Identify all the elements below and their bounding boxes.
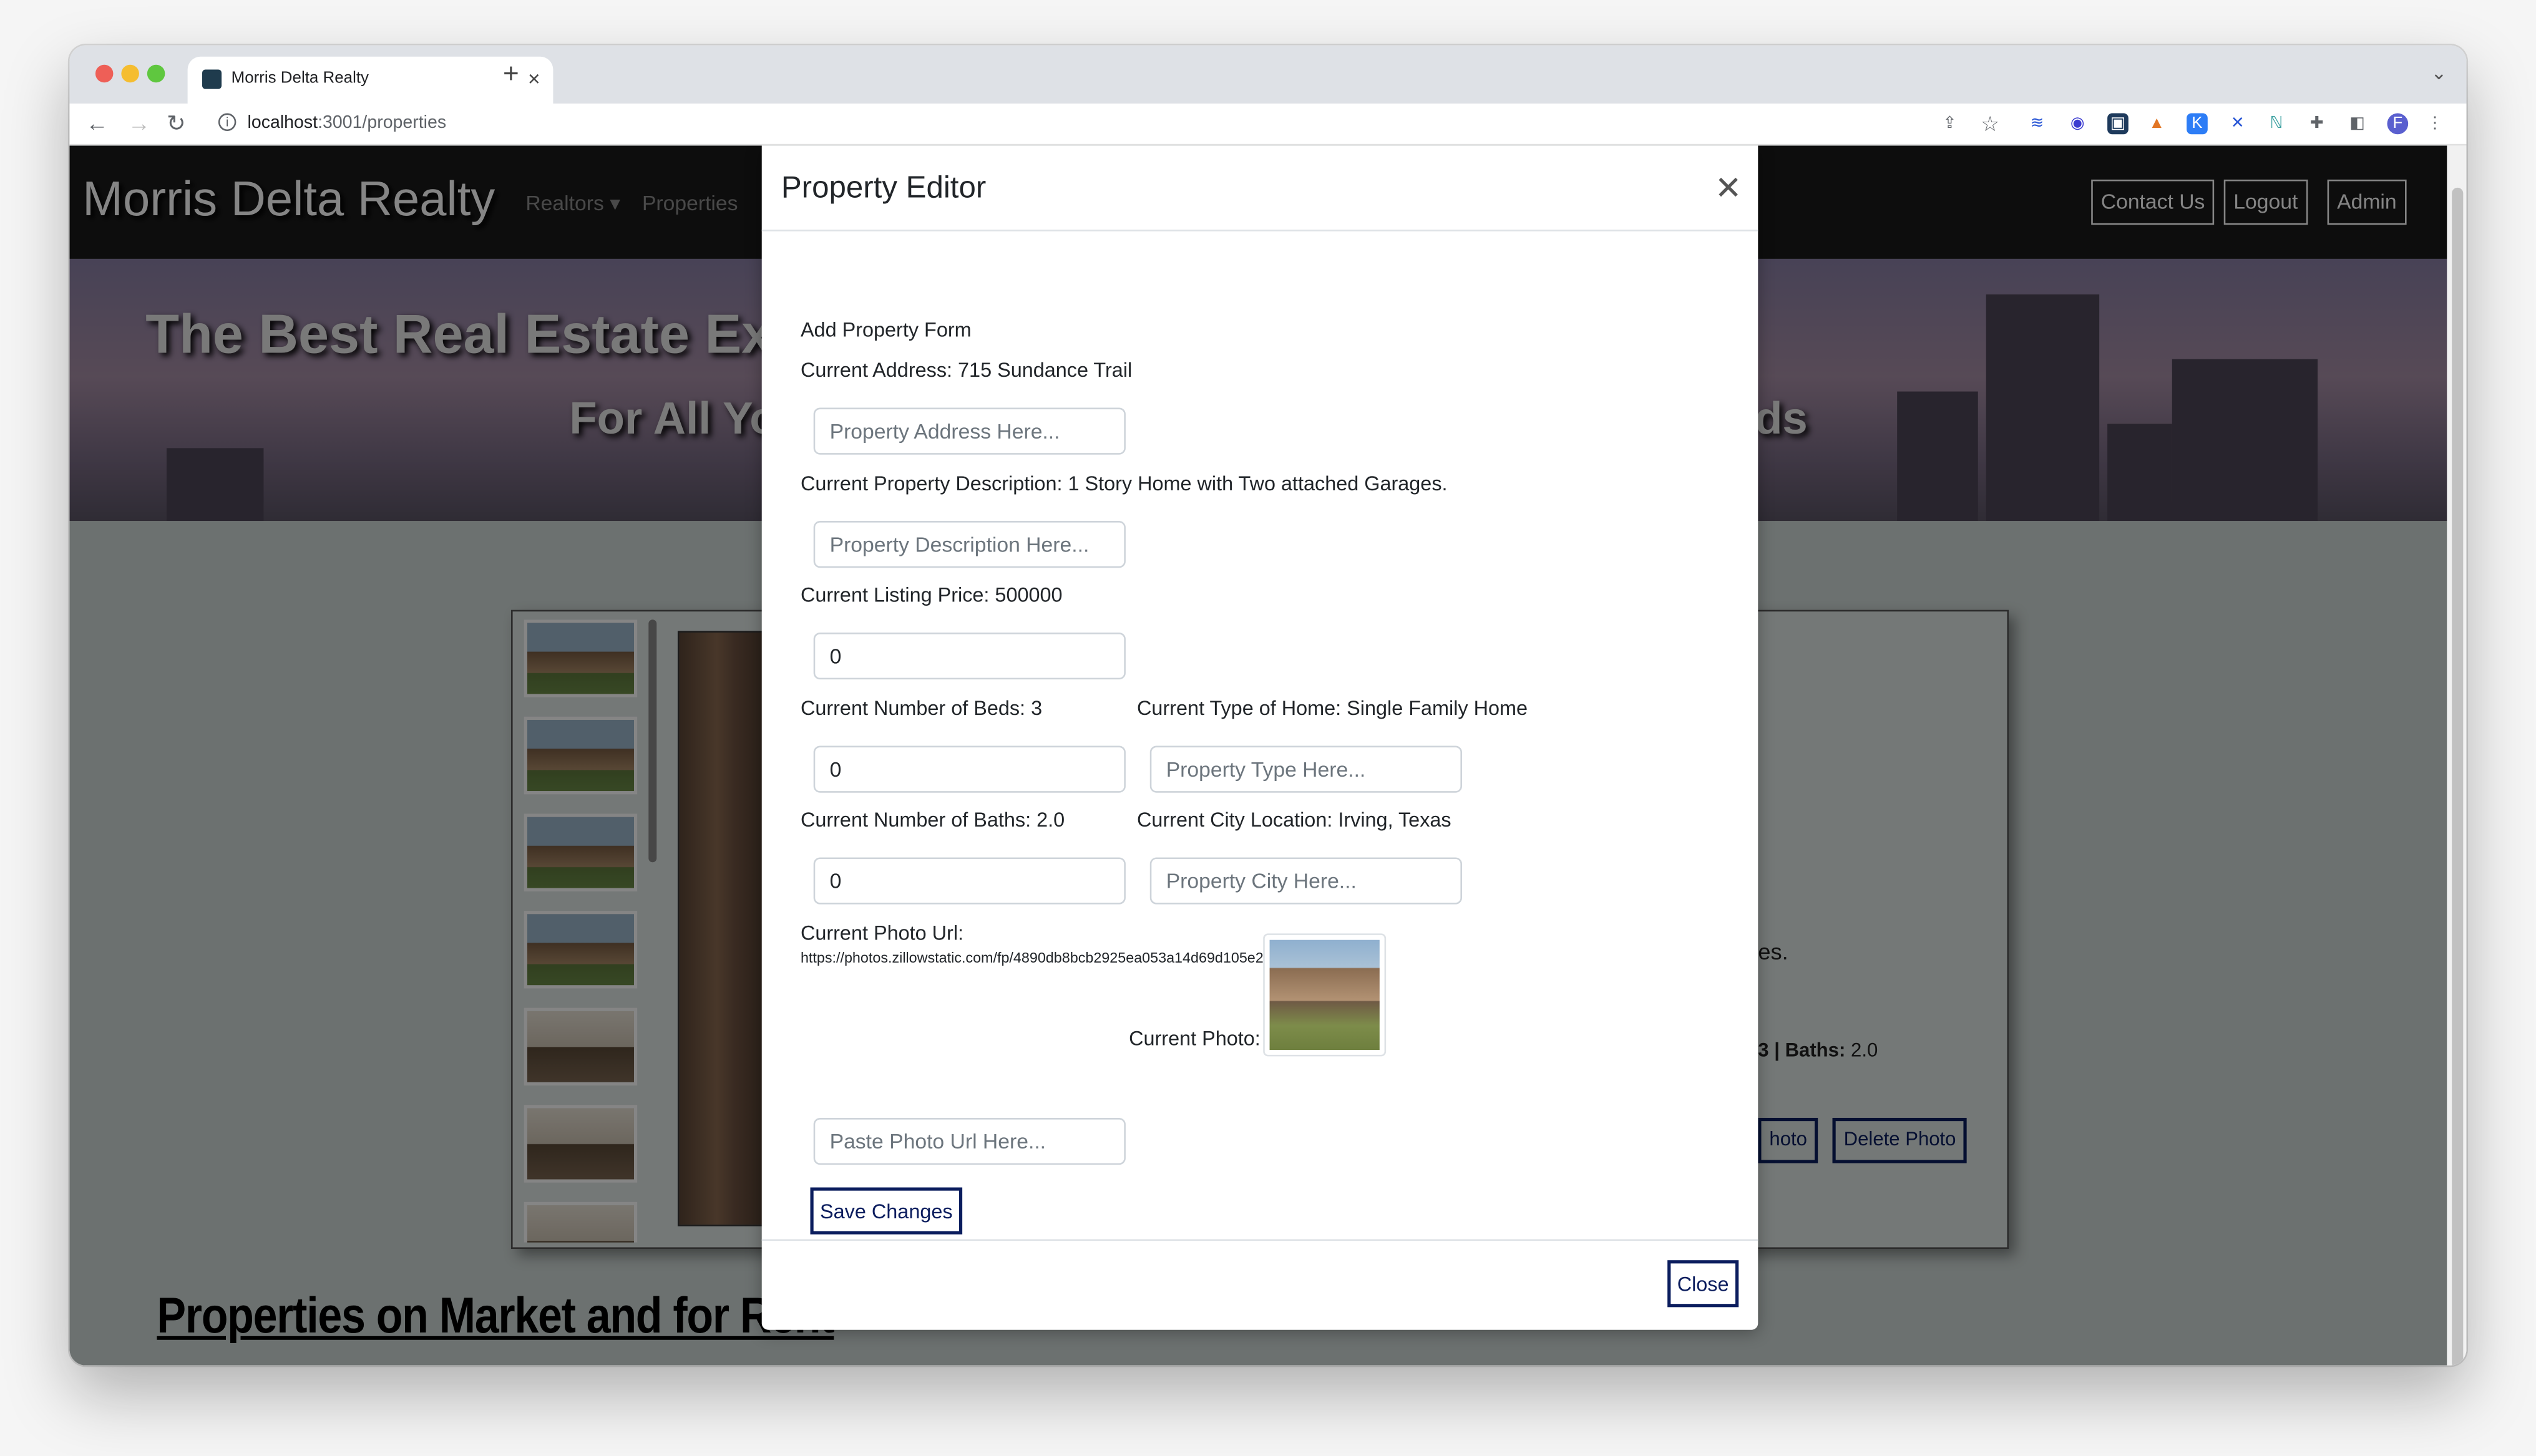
maximize-window-button[interactable] bbox=[147, 64, 165, 83]
share-icon[interactable]: ⇪ bbox=[1939, 114, 1961, 135]
extension-icon[interactable]: ✕ bbox=[2227, 114, 2248, 135]
tab-close-icon[interactable]: × bbox=[528, 66, 540, 90]
extension-icon[interactable]: ◉ bbox=[2067, 114, 2088, 135]
form-title: Add Property Form bbox=[800, 318, 972, 342]
extension-icon[interactable]: K bbox=[2187, 113, 2208, 135]
info-icon[interactable]: i bbox=[218, 113, 237, 132]
modal-header: Property Editor ✕ bbox=[761, 145, 1758, 231]
save-changes-button[interactable]: Save Changes bbox=[810, 1187, 963, 1235]
price-input[interactable] bbox=[813, 632, 1126, 680]
extension-icon[interactable]: ≋ bbox=[2027, 114, 2048, 135]
extension-icon[interactable]: ▣ bbox=[2107, 113, 2129, 135]
house-photo bbox=[1269, 939, 1380, 1051]
tab-title: Morris Delta Realty bbox=[231, 69, 369, 88]
menu-dots-icon[interactable]: ⋮ bbox=[2424, 114, 2446, 135]
page-scrollbar[interactable] bbox=[2447, 145, 2467, 1366]
avatar[interactable]: F bbox=[2387, 113, 2409, 135]
chevron-down-icon[interactable]: ⌄ bbox=[2431, 62, 2447, 84]
browser-window: Morris Delta Realty × + ⌄ ← → ↻ i localh… bbox=[69, 45, 2467, 1366]
photo-url-input[interactable] bbox=[813, 1117, 1126, 1165]
description-input[interactable] bbox=[813, 521, 1126, 568]
browser-toolbar: ← → ↻ i localhost:3001/properties ⇪ ☆ ≋ … bbox=[69, 103, 2467, 146]
page-viewport: Morris Delta Realty Realtors ▾ Propertie… bbox=[69, 145, 2447, 1366]
puzzle-icon[interactable]: ✚ bbox=[2306, 114, 2328, 135]
close-icon[interactable]: ✕ bbox=[1715, 168, 1742, 209]
current-beds-label: Current Number of Beds: 3 bbox=[800, 697, 1043, 721]
url-text: localhost:3001/properties bbox=[247, 113, 447, 133]
current-type-label: Current Type of Home: Single Family Home bbox=[1137, 697, 1528, 721]
modal-footer: Close bbox=[761, 1239, 1758, 1329]
minimize-window-button[interactable] bbox=[121, 64, 139, 83]
type-input[interactable] bbox=[1149, 745, 1462, 793]
bookmark-star-icon[interactable]: ☆ bbox=[1979, 114, 2001, 135]
close-window-button[interactable] bbox=[95, 64, 114, 83]
close-button[interactable]: Close bbox=[1667, 1260, 1739, 1308]
favicon-icon bbox=[202, 69, 222, 89]
beds-input[interactable] bbox=[813, 745, 1126, 793]
baths-input[interactable] bbox=[813, 857, 1126, 905]
current-baths-label: Current Number of Baths: 2.0 bbox=[800, 808, 1065, 832]
new-tab-button[interactable]: + bbox=[503, 58, 519, 90]
address-input[interactable] bbox=[813, 407, 1126, 455]
current-address-label: Current Address: 715 Sundance Trail bbox=[800, 359, 1133, 382]
tab-bar: Morris Delta Realty × + ⌄ bbox=[69, 45, 2467, 104]
current-city-label: Current City Location: Irving, Texas bbox=[1137, 808, 1451, 832]
city-input[interactable] bbox=[1149, 857, 1462, 905]
property-editor-modal: Property Editor ✕ Add Property Form Curr… bbox=[761, 145, 1758, 1330]
current-description-label: Current Property Description: 1 Story Ho… bbox=[800, 472, 1448, 495]
scrollbar-thumb[interactable] bbox=[2452, 187, 2464, 1366]
back-arrow-icon[interactable]: ← bbox=[85, 110, 108, 135]
current-photo-thumbnail bbox=[1263, 933, 1387, 1057]
side-panel-icon[interactable]: ◧ bbox=[2347, 114, 2368, 135]
metamask-icon[interactable]: ▲ bbox=[2146, 114, 2167, 135]
reload-icon[interactable]: ↻ bbox=[167, 110, 185, 137]
modal-title: Property Editor bbox=[781, 171, 987, 206]
current-photo-label: Current Photo: bbox=[1129, 1027, 1261, 1051]
photo-url-label: Current Photo Url: bbox=[800, 922, 964, 945]
current-price-label: Current Listing Price: 500000 bbox=[800, 584, 1063, 607]
forward-arrow-icon[interactable]: → bbox=[128, 110, 150, 135]
extension-icon[interactable]: ℕ bbox=[2266, 114, 2287, 135]
browser-tab[interactable]: Morris Delta Realty × bbox=[187, 56, 554, 104]
